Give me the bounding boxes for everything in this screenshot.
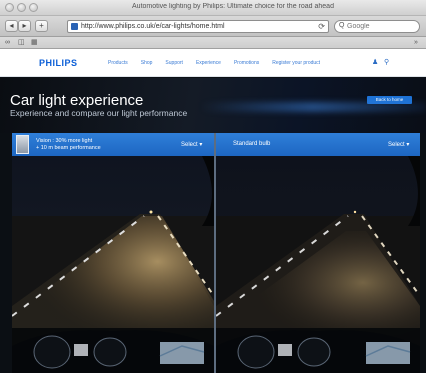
bookmarks-icon[interactable]: ◫ bbox=[18, 39, 25, 47]
left-bulb-selector: Vision : 30% more light + 10 m beam perf… bbox=[12, 133, 214, 156]
back-button[interactable]: ◂ bbox=[5, 20, 18, 32]
left-night-road-scene bbox=[12, 156, 214, 373]
site-nav: PHILIPS Products Shop Support Experience… bbox=[0, 50, 426, 77]
close-window-button[interactable] bbox=[5, 3, 14, 12]
left-bulb-line2: + 10 m beam performance bbox=[36, 145, 101, 151]
nav-links: Products Shop Support Experience Promoti… bbox=[108, 60, 320, 66]
address-bar[interactable]: http://www.philips.co.uk/e/car-lights/ho… bbox=[67, 20, 329, 33]
search-icon: Q bbox=[339, 22, 345, 29]
web-page: PHILIPS Products Shop Support Experience… bbox=[0, 50, 426, 373]
nav-link-promotions[interactable]: Promotions bbox=[234, 60, 259, 66]
back-icon: ◂ bbox=[9, 21, 14, 30]
right-bulb-label: Standard bulb bbox=[233, 141, 271, 147]
browser-window: Automotive lighting by Philips: Ultimate… bbox=[0, 0, 426, 373]
right-night-road-scene bbox=[216, 156, 420, 373]
reload-icon[interactable]: ⟳ bbox=[318, 22, 325, 31]
bookmarks-bar: ∞ ◫ ▦ » bbox=[0, 37, 426, 49]
back-to-home-button[interactable]: Back to home bbox=[367, 96, 412, 104]
page-margin-right bbox=[420, 133, 426, 373]
zoom-window-button[interactable] bbox=[29, 3, 38, 12]
top-sites-icon[interactable]: ▦ bbox=[31, 39, 38, 47]
browser-toolbar: ◂ ▸ + http://www.philips.co.uk/e/car-lig… bbox=[0, 16, 426, 37]
site-search-icon[interactable]: ⚲ bbox=[384, 58, 389, 66]
nav-link-experience[interactable]: Experience bbox=[196, 60, 221, 66]
nav-link-shop[interactable]: Shop bbox=[141, 60, 153, 66]
page-title: Car light experience bbox=[10, 92, 144, 109]
site-favicon-icon bbox=[71, 23, 78, 30]
forward-button[interactable]: ▸ bbox=[18, 20, 31, 32]
address-url: http://www.philips.co.uk/e/car-lights/ho… bbox=[81, 23, 225, 30]
left-select-button[interactable]: Select ▾ bbox=[181, 141, 202, 148]
window-title: Automotive lighting by Philips: Ultimate… bbox=[132, 3, 334, 10]
title-bar: Automotive lighting by Philips: Ultimate… bbox=[0, 0, 426, 16]
nav-link-support[interactable]: Support bbox=[165, 60, 183, 66]
search-field[interactable]: Q bbox=[334, 20, 420, 33]
add-bookmark-button[interactable]: + bbox=[35, 20, 48, 32]
plus-icon: + bbox=[39, 21, 44, 30]
forward-icon: ▸ bbox=[22, 21, 27, 30]
left-bulb-line1: Vision : 30% more light bbox=[36, 138, 93, 144]
hero-banner: Car light experience Experience and comp… bbox=[0, 78, 426, 133]
right-bulb-selector: Standard bulb Select ▾ bbox=[216, 133, 420, 156]
reading-list-icon[interactable]: ∞ bbox=[5, 39, 10, 47]
right-road-illustration bbox=[216, 156, 420, 373]
account-icon[interactable]: ♟ bbox=[372, 58, 378, 66]
bookmarks-overflow-icon[interactable]: » bbox=[414, 39, 418, 47]
nav-link-products[interactable]: Products bbox=[108, 60, 128, 66]
page-subtitle: Experience and compare our light perform… bbox=[10, 108, 188, 118]
left-road-illustration bbox=[12, 156, 214, 373]
philips-logo[interactable]: PHILIPS bbox=[39, 58, 78, 68]
right-select-button[interactable]: Select ▾ bbox=[388, 141, 409, 148]
bulb-product-thumbnail bbox=[16, 135, 29, 154]
minimize-window-button[interactable] bbox=[17, 3, 26, 12]
search-input[interactable] bbox=[347, 22, 415, 31]
nav-link-register[interactable]: Register your product bbox=[272, 60, 320, 66]
page-margin-left bbox=[0, 133, 12, 373]
